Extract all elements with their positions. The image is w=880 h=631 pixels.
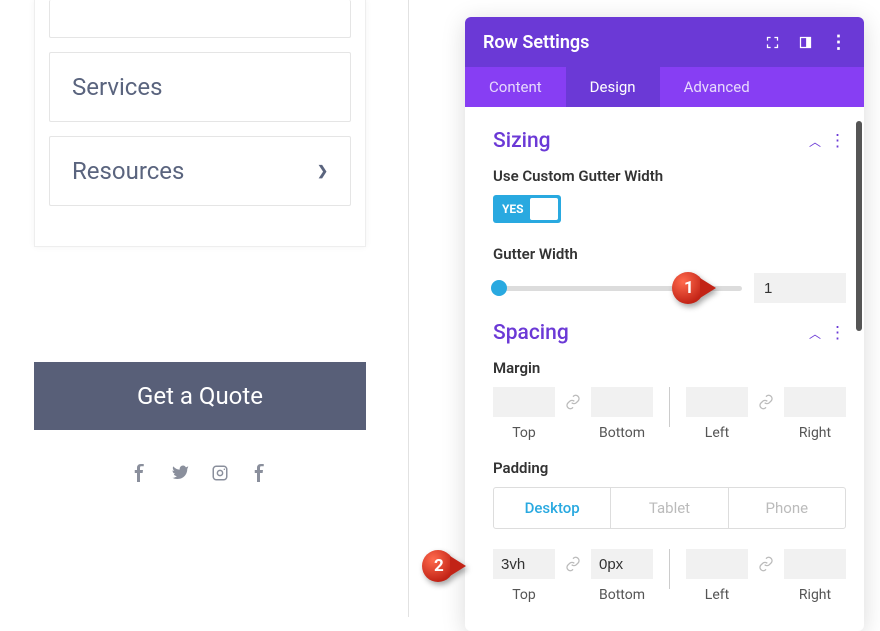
annotation-marker-1: 1 bbox=[672, 272, 716, 304]
collapse-icon[interactable]: ︿ bbox=[809, 133, 821, 150]
link-values-icon[interactable] bbox=[758, 387, 774, 417]
section-menu-icon[interactable]: ⋮ bbox=[829, 133, 846, 150]
padding-inputs: Top Bottom Left Right bbox=[493, 549, 846, 603]
facebook-icon[interactable] bbox=[251, 464, 269, 482]
device-tab-phone[interactable]: Phone bbox=[728, 488, 845, 528]
panel-title: Row Settings bbox=[483, 32, 589, 53]
panel-scrollbar[interactable] bbox=[856, 121, 862, 331]
link-values-icon[interactable] bbox=[565, 387, 581, 417]
annotation-number: 2 bbox=[434, 556, 444, 576]
toggle-yes-label: YES bbox=[502, 202, 524, 216]
kebab-menu-icon[interactable]: ⋮ bbox=[831, 35, 846, 50]
social-icons-row bbox=[34, 464, 366, 482]
facebook-icon[interactable] bbox=[131, 464, 149, 482]
padding-bottom-input[interactable] bbox=[591, 549, 653, 579]
twitter-icon[interactable] bbox=[171, 464, 189, 482]
section-title: Spacing bbox=[493, 321, 569, 345]
sidebar-item-resources[interactable]: Resources ❯ bbox=[49, 136, 351, 206]
section-sizing-header[interactable]: Sizing ︿ ⋮ bbox=[493, 129, 846, 153]
row-settings-panel: Row Settings ⋮ Content Design Advanced S… bbox=[465, 17, 864, 631]
margin-right-input[interactable] bbox=[784, 387, 846, 417]
margin-label: Margin bbox=[493, 359, 846, 377]
side-label-top: Top bbox=[512, 425, 536, 441]
slider-thumb[interactable] bbox=[491, 280, 507, 296]
side-label-left: Left bbox=[705, 425, 729, 441]
side-label-top: Top bbox=[512, 587, 536, 603]
get-quote-button[interactable]: Get a Quote bbox=[34, 362, 366, 430]
margin-inputs: Top Bottom Left Right bbox=[493, 387, 846, 441]
device-tab-desktop[interactable]: Desktop bbox=[494, 488, 610, 528]
quote-button-label: Get a Quote bbox=[137, 382, 263, 410]
sidebar-item-blank[interactable] bbox=[49, 0, 351, 38]
sidebar-card: Services Resources ❯ bbox=[34, 0, 366, 247]
custom-gutter-label: Use Custom Gutter Width bbox=[493, 167, 846, 185]
tab-advanced[interactable]: Advanced bbox=[660, 67, 774, 107]
side-label-bottom: Bottom bbox=[599, 587, 645, 603]
annotation-number: 1 bbox=[684, 278, 694, 298]
margin-left-input[interactable] bbox=[686, 387, 748, 417]
expand-icon[interactable] bbox=[765, 35, 780, 50]
sidebar-item-label: Services bbox=[72, 73, 162, 101]
gutter-width-label: Gutter Width bbox=[493, 245, 846, 263]
panel-body: Sizing ︿ ⋮ Use Custom Gutter Width YES G… bbox=[465, 107, 864, 631]
custom-gutter-toggle[interactable]: YES bbox=[493, 195, 561, 223]
tab-design[interactable]: Design bbox=[566, 67, 660, 107]
margin-top-input[interactable] bbox=[493, 387, 555, 417]
section-spacing-header[interactable]: Spacing ︿ ⋮ bbox=[493, 321, 846, 345]
sidebar-item-label: Resources bbox=[72, 157, 184, 185]
device-tab-tablet[interactable]: Tablet bbox=[610, 488, 727, 528]
sidebar-item-services[interactable]: Services bbox=[49, 52, 351, 122]
collapse-icon[interactable]: ︿ bbox=[809, 325, 821, 342]
link-values-icon[interactable] bbox=[565, 549, 581, 579]
side-label-left: Left bbox=[705, 587, 729, 603]
side-label-right: Right bbox=[799, 425, 831, 441]
padding-right-input[interactable] bbox=[784, 549, 846, 579]
gutter-width-input[interactable] bbox=[754, 273, 846, 303]
padding-left-input[interactable] bbox=[686, 549, 748, 579]
instagram-icon[interactable] bbox=[211, 464, 229, 482]
annotation-marker-2: 2 bbox=[422, 550, 466, 582]
padding-label: Padding bbox=[493, 459, 846, 477]
side-label-bottom: Bottom bbox=[599, 425, 645, 441]
panel-tabs: Content Design Advanced bbox=[465, 67, 864, 107]
chevron-right-icon: ❯ bbox=[317, 164, 328, 179]
side-label-right: Right bbox=[799, 587, 831, 603]
panel-header: Row Settings ⋮ bbox=[465, 17, 864, 67]
spacing-divider bbox=[669, 549, 670, 589]
section-menu-icon[interactable]: ⋮ bbox=[829, 325, 846, 342]
snap-panel-icon[interactable] bbox=[798, 35, 813, 50]
tab-content[interactable]: Content bbox=[465, 67, 566, 107]
padding-top-input[interactable] bbox=[493, 549, 555, 579]
spacing-divider bbox=[669, 387, 670, 427]
toggle-knob bbox=[530, 198, 558, 220]
section-title: Sizing bbox=[493, 129, 551, 153]
link-values-icon[interactable] bbox=[758, 549, 774, 579]
margin-bottom-input[interactable] bbox=[591, 387, 653, 417]
responsive-device-tabs: Desktop Tablet Phone bbox=[493, 487, 846, 529]
column-divider bbox=[408, 0, 409, 617]
